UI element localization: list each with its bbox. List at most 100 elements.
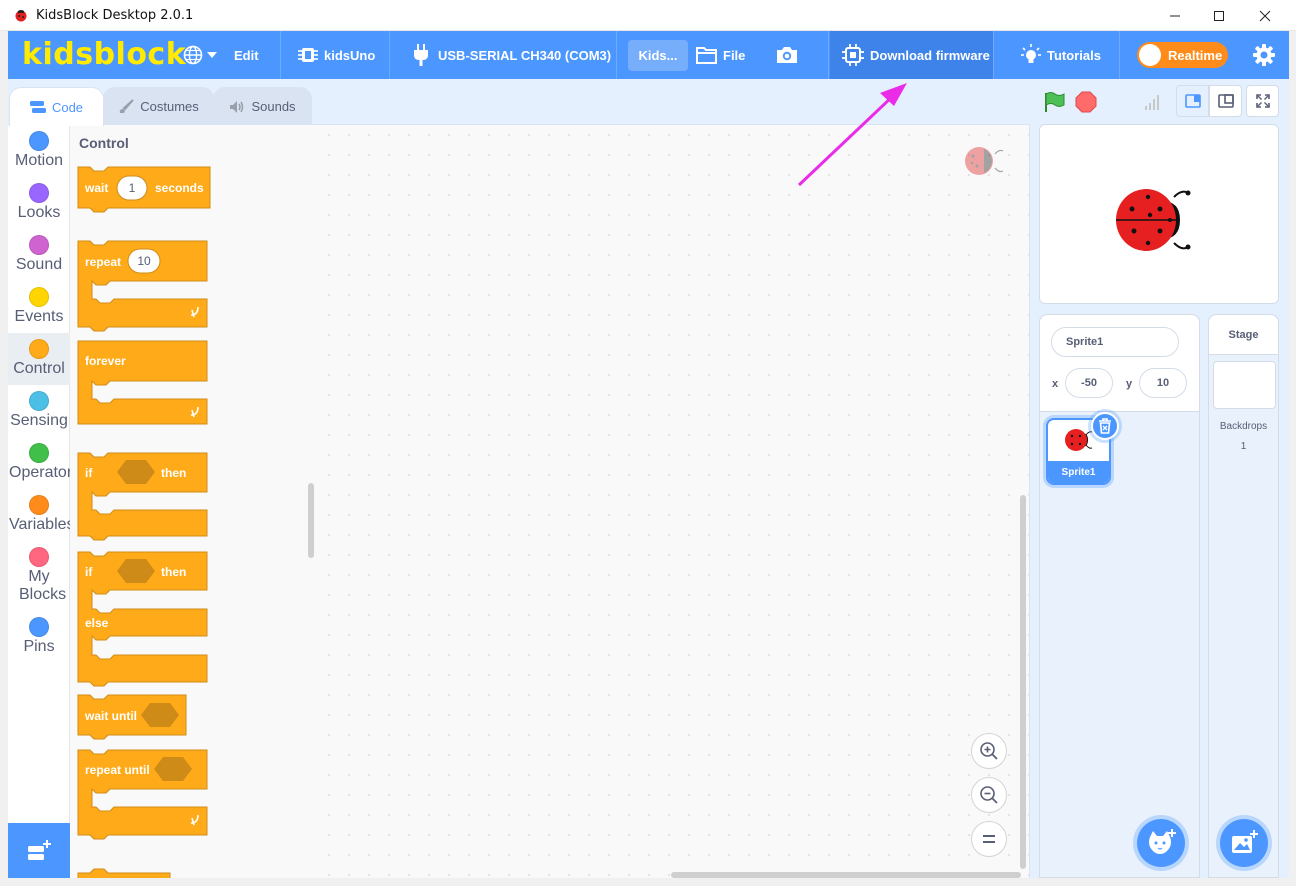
- small-stage-icon: [1184, 94, 1201, 108]
- partial-block[interactable]: [77, 868, 171, 878]
- zoom-in-button[interactable]: [971, 733, 1007, 769]
- stage-thumbnail[interactable]: [1213, 361, 1276, 409]
- zoom-in-icon: [980, 742, 998, 760]
- category-pins[interactable]: Pins: [8, 617, 70, 656]
- stage-header: Stage: [1209, 315, 1278, 355]
- zoom-reset-button[interactable]: [971, 821, 1007, 857]
- ladybug-sprite[interactable]: [1114, 187, 1206, 253]
- category-label: Variables: [9, 516, 70, 533]
- category-events[interactable]: Events: [8, 287, 70, 326]
- board-chip-icon: [298, 48, 318, 62]
- edit-menu[interactable]: Edit: [234, 31, 259, 79]
- fullscreen-button[interactable]: [1246, 85, 1279, 117]
- category-motion[interactable]: Motion: [8, 131, 70, 170]
- add-backdrop-button[interactable]: [1220, 819, 1268, 867]
- x-position-input[interactable]: -50: [1065, 368, 1113, 398]
- add-sprite-button[interactable]: [1137, 819, 1185, 867]
- settings-button[interactable]: [1253, 31, 1275, 79]
- block-palette: Control wait 1 seconds repeat 10 forever: [70, 124, 319, 878]
- wait-seconds-block[interactable]: wait 1 seconds: [77, 166, 211, 213]
- kidsblock-logo[interactable]: kidsblock: [22, 37, 186, 72]
- category-sensing[interactable]: Sensing: [8, 391, 70, 430]
- tutorials-menu[interactable]: Tutorials: [1021, 31, 1101, 79]
- category-operators[interactable]: Operators: [8, 443, 70, 482]
- trash-icon: [1099, 418, 1111, 434]
- zoom-reset-icon: [983, 835, 995, 843]
- tab-costumes[interactable]: Costumes: [103, 87, 214, 125]
- repeat-until-block[interactable]: repeat until: [77, 749, 208, 840]
- block-label: if: [85, 565, 93, 579]
- block-label: forever: [85, 354, 126, 368]
- code-workspace[interactable]: [319, 124, 1030, 878]
- realtime-toggle[interactable]: Realtime: [1137, 42, 1228, 68]
- category-control[interactable]: Control: [8, 333, 70, 385]
- repeat-value: 10: [137, 254, 151, 268]
- palette-scrollbar[interactable]: [308, 483, 314, 558]
- green-flag-button[interactable]: [1041, 87, 1067, 117]
- y-position-input[interactable]: 10: [1139, 368, 1187, 398]
- wait-until-block[interactable]: wait until: [77, 694, 187, 740]
- if-then-else-block[interactable]: if then else: [77, 551, 208, 687]
- globe-icon: [183, 45, 203, 65]
- project-title-field[interactable]: Kids...: [628, 40, 688, 71]
- block-label: seconds: [155, 181, 204, 195]
- file-menu[interactable]: File: [696, 31, 745, 79]
- zoom-out-button[interactable]: [971, 777, 1007, 813]
- window-frame-bottom: [0, 878, 1296, 886]
- category-dot: [29, 443, 49, 463]
- workspace-horizontal-scrollbar[interactable]: [671, 872, 1021, 878]
- signal-icon: [1145, 95, 1159, 110]
- stop-button[interactable]: [1073, 87, 1099, 117]
- x-label: x: [1052, 378, 1059, 390]
- category-dot: [29, 391, 49, 411]
- menu-divider: [616, 31, 617, 79]
- sprite-pane: Sprite1 x -50 y 10 Sprite1: [1039, 314, 1200, 878]
- category-looks[interactable]: Looks: [8, 183, 70, 222]
- category-label: Sensing: [10, 412, 68, 429]
- y-label: y: [1126, 378, 1133, 390]
- folder-icon: [696, 47, 717, 64]
- minimize-button[interactable]: [1152, 0, 1198, 31]
- image-add-icon: [1232, 830, 1258, 853]
- small-stage-button[interactable]: [1176, 85, 1209, 117]
- device-menu[interactable]: kidsUno: [298, 31, 375, 79]
- category-label: Operators: [9, 464, 70, 481]
- stop-icon: [1075, 91, 1097, 113]
- workspace-vertical-scrollbar[interactable]: [1020, 495, 1026, 869]
- tab-code[interactable]: Code: [9, 87, 104, 126]
- sprite-name-input[interactable]: Sprite1: [1051, 327, 1179, 357]
- repeat-block[interactable]: repeat 10: [77, 240, 208, 332]
- maximize-button[interactable]: [1196, 0, 1242, 31]
- block-label: then: [161, 565, 186, 579]
- window-frame-right: [1289, 31, 1296, 886]
- realtime-label: Realtime: [1168, 47, 1223, 63]
- category-variables[interactable]: Variables: [8, 495, 70, 534]
- forever-block[interactable]: forever: [77, 340, 208, 425]
- add-extension-button[interactable]: [8, 823, 70, 878]
- menu-divider: [993, 31, 994, 79]
- screenshot-button[interactable]: [776, 31, 798, 79]
- download-firmware-button[interactable]: Download firmware: [830, 31, 993, 79]
- category-sound[interactable]: Sound: [8, 235, 70, 274]
- large-stage-button[interactable]: [1209, 85, 1242, 117]
- category-label: Events: [14, 308, 64, 325]
- category-menu: Motion Looks Sound Events Control Sensin…: [8, 124, 70, 878]
- category-my-blocks[interactable]: My Blocks: [8, 547, 70, 604]
- download-firmware-label: Download firmware: [870, 47, 990, 63]
- language-menu[interactable]: [183, 31, 217, 79]
- close-button[interactable]: [1242, 0, 1288, 31]
- control-blocks: wait 1 seconds repeat 10 forever if then: [77, 166, 211, 878]
- gear-icon: [1253, 44, 1275, 66]
- stage-canvas[interactable]: [1039, 124, 1279, 304]
- speaker-icon: [230, 100, 244, 113]
- delete-sprite-button[interactable]: [1091, 412, 1119, 440]
- camera-icon: [777, 47, 797, 63]
- chevron-down-icon: [207, 52, 217, 58]
- if-then-block[interactable]: if then: [77, 452, 208, 541]
- menu-divider: [389, 31, 390, 79]
- block-label: if: [85, 466, 93, 480]
- cat-add-icon: [1149, 829, 1176, 854]
- category-dot: [29, 183, 49, 203]
- tab-sounds[interactable]: Sounds: [213, 87, 312, 125]
- serial-port-menu[interactable]: USB-SERIAL CH340 (COM3): [413, 31, 611, 79]
